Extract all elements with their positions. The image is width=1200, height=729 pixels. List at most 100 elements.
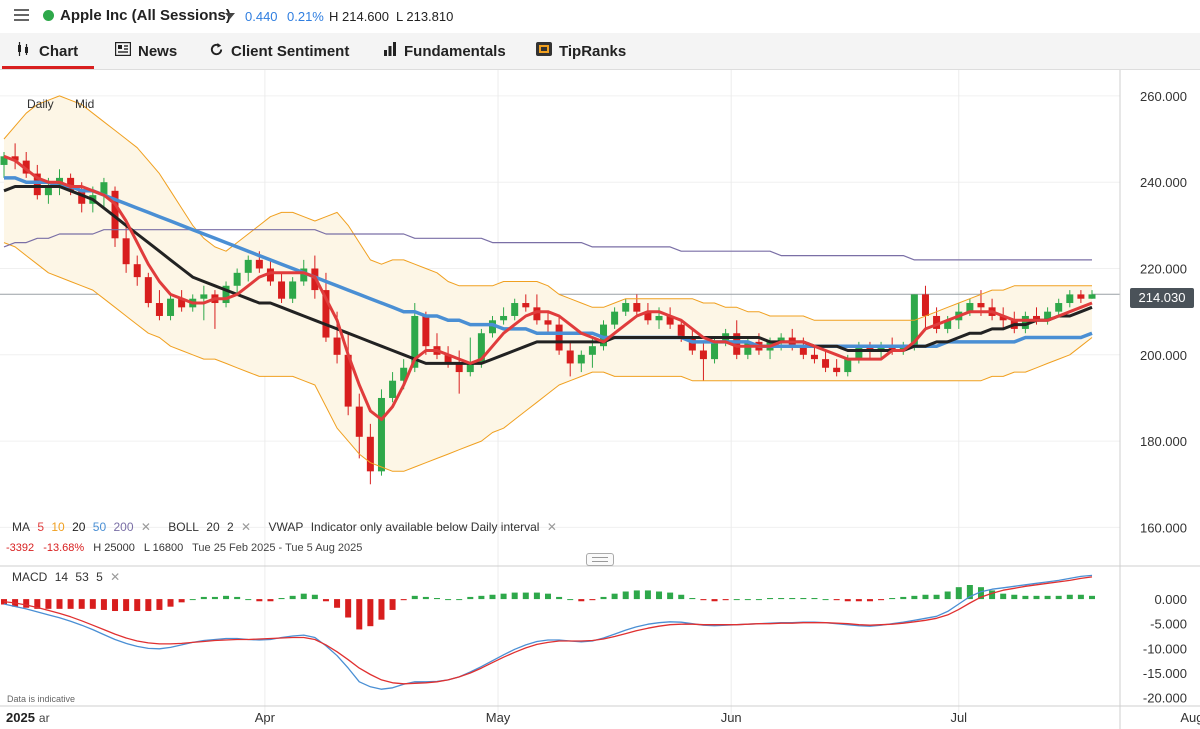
remove-macd-icon[interactable]: ✕ (110, 570, 120, 584)
price-type-selector[interactable]: Mid (75, 97, 94, 111)
candle-down (355, 406, 363, 437)
data-indicative-note: Data is indicative (7, 694, 76, 704)
macd-histogram-bar (267, 599, 274, 602)
macd-histogram-bar (722, 599, 729, 601)
macd-histogram-bar (500, 593, 507, 600)
macd-histogram-bar (578, 599, 585, 602)
macd-axis-label: 0.000 (1154, 592, 1187, 607)
vwap-label[interactable]: VWAP (268, 520, 303, 534)
range-change-percent: -13.68% (43, 542, 85, 554)
chart-axes: 260.000240.000220.000200.000180.000160.0… (0, 70, 1200, 729)
macd-histogram-bar (1022, 595, 1029, 600)
macd-histogram-bar (878, 599, 885, 601)
boll-label[interactable]: BOLL (168, 520, 199, 534)
price-axis-label: 200.000 (1140, 348, 1187, 363)
macd-histogram-bar (533, 592, 540, 600)
ma-period-5: 5 (37, 520, 45, 534)
macd-histogram-bar (433, 598, 440, 600)
price-chart[interactable]: 260.000240.000220.000200.000180.000160.0… (0, 0, 1200, 729)
candle-up (844, 359, 852, 373)
macd-fast: 14 (54, 570, 69, 584)
candle-down (921, 294, 929, 316)
macd-histogram-bar (1044, 595, 1051, 600)
ma-label[interactable]: MA (12, 520, 30, 534)
macd-histogram-bar (678, 594, 685, 600)
remove-ma-icon[interactable]: ✕ (141, 520, 151, 534)
year-value: 2025 (6, 710, 35, 725)
candle-down (544, 320, 552, 325)
candle-down (366, 436, 374, 472)
range-high: H 25000 (93, 542, 135, 554)
month-axis-label: Jul (950, 710, 967, 725)
candle-up (611, 311, 619, 325)
macd-histogram-bar (478, 595, 485, 600)
macd-histogram-bar (1055, 595, 1062, 600)
macd-histogram-bar (944, 591, 951, 600)
macd-histogram-bar (800, 598, 807, 600)
candle-down (422, 315, 430, 347)
candle-up (500, 315, 508, 321)
boll-deviation: 2 (227, 520, 234, 534)
macd-histogram-bar (1011, 594, 1018, 600)
month-axis-label: Aug (1180, 710, 1200, 725)
panel-resize-handle[interactable] (586, 553, 614, 566)
macd-histogram-bar (600, 596, 607, 600)
macd-histogram-bar (67, 599, 74, 609)
macd-histogram-bar (367, 599, 374, 627)
remove-vwap-icon[interactable]: ✕ (547, 520, 557, 534)
candle-down (133, 264, 141, 278)
macd-histogram-bar (611, 593, 618, 600)
macd-histogram-bar (411, 595, 418, 600)
interval-selector[interactable]: Daily (27, 97, 54, 111)
macd-histogram-bar (1089, 595, 1095, 600)
macd-histogram-bar (811, 598, 818, 600)
bollinger-band-area (4, 95, 1092, 472)
candle-down (566, 350, 574, 364)
macd-histogram-bar (356, 599, 363, 630)
macd-signal: 5 (96, 570, 103, 584)
candle-up (244, 259, 252, 273)
macd-histogram-bar (89, 599, 96, 609)
chart-grid (0, 70, 1120, 720)
macd-histogram-bar (622, 591, 629, 600)
price-axis-label: 160.000 (1140, 520, 1187, 535)
macd-histogram-bar (189, 599, 196, 601)
macd-histogram-bar (278, 598, 285, 600)
candle-up (1066, 294, 1074, 304)
macd-histogram-bar (989, 590, 996, 600)
candle-down (633, 303, 641, 312)
candle-up (377, 397, 385, 472)
macd-histogram-bar (422, 596, 429, 600)
macd-histogram-bar (700, 599, 707, 601)
macd-legend: MACD 14 53 5 ✕ (12, 570, 124, 584)
macd-histogram-bar (633, 590, 640, 600)
macd-histogram-bar (467, 596, 474, 600)
macd-histogram-bar (889, 598, 896, 600)
macd-axis-label: -10.000 (1143, 641, 1187, 656)
candle-up (655, 315, 663, 321)
macd-axis-label: -5.000 (1150, 617, 1187, 632)
macd-histogram-bar (589, 599, 596, 601)
ma-period-200: 200 (113, 520, 134, 534)
candle-down (833, 367, 841, 373)
macd-histogram-bar (178, 599, 185, 603)
macd-histogram-bar (45, 599, 52, 609)
macd-histogram-bar (844, 599, 851, 602)
macd-axis-label: -20.000 (1143, 691, 1187, 706)
macd-label[interactable]: MACD (12, 570, 47, 584)
price-axis-label: 180.000 (1140, 434, 1187, 449)
macd-histogram-bar (922, 594, 929, 600)
range-change: -3392 (6, 542, 35, 554)
candle-up (588, 346, 596, 355)
month-axis-label: May (486, 710, 511, 725)
macd-histogram-bar (112, 599, 119, 612)
macd-histogram-bar (300, 593, 307, 600)
candle-up (389, 380, 397, 398)
macd-histogram-bar (1000, 593, 1007, 600)
candle-up (711, 341, 719, 360)
ma-period-20: 20 (72, 520, 86, 534)
macd-histogram-bar (489, 594, 496, 600)
macd-histogram-bar (955, 587, 962, 600)
boll-period: 20 (206, 520, 220, 534)
remove-boll-icon[interactable]: ✕ (241, 520, 251, 534)
